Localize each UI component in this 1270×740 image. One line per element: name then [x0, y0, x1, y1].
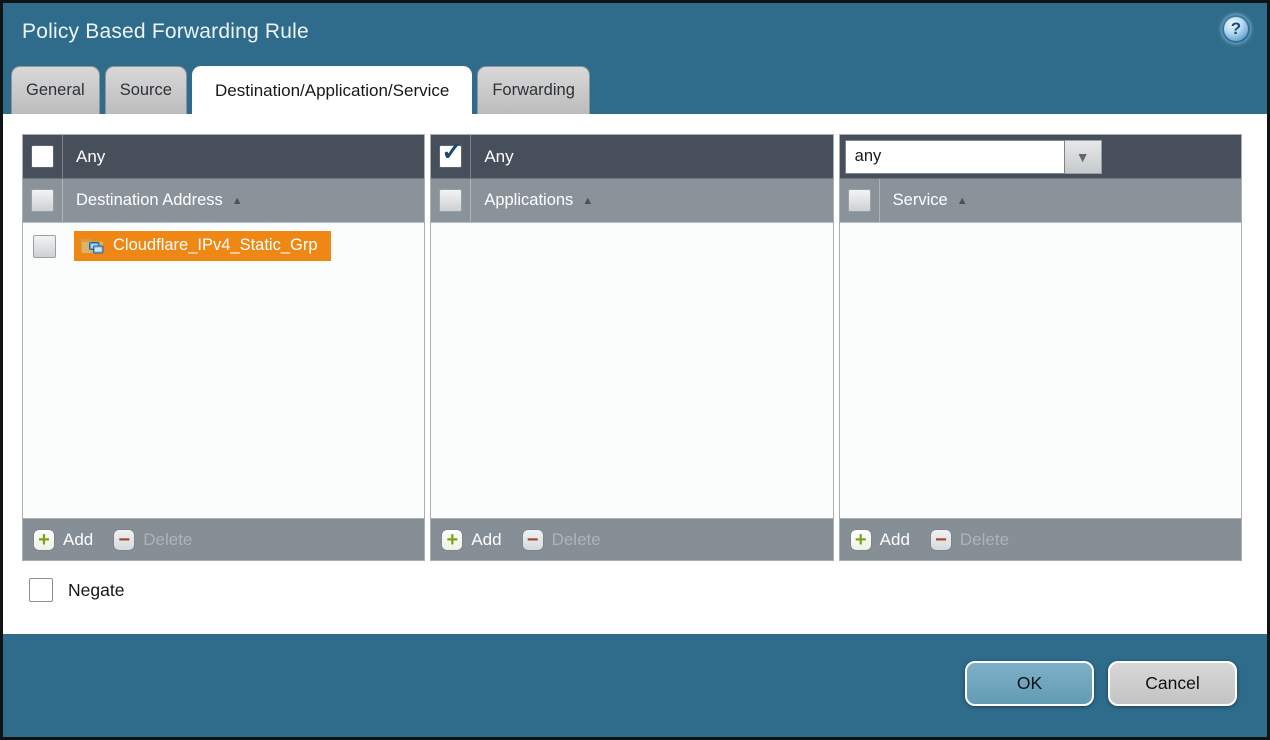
service-column-header: Service [893, 191, 948, 210]
destination-list: Cloudflare_IPv4_Static_Grp [23, 223, 424, 518]
destination-header-row[interactable]: Destination Address ▲ [23, 179, 424, 223]
tab-content: Any Destination Address ▲ [3, 114, 1267, 634]
columns-container: Any Destination Address ▲ [22, 134, 1242, 561]
minus-icon: − [930, 529, 952, 551]
divider [62, 135, 63, 178]
plus-icon: + [441, 529, 463, 551]
applications-column-header: Applications [484, 191, 573, 210]
delete-label: Delete [143, 530, 192, 550]
applications-header-row[interactable]: Applications ▲ [431, 179, 832, 223]
tab-general[interactable]: General [11, 66, 100, 114]
add-label: Add [63, 530, 93, 550]
sort-asc-icon[interactable]: ▲ [232, 195, 243, 207]
destination-any-checkbox[interactable] [31, 145, 54, 168]
applications-list [431, 223, 832, 518]
applications-any-label: Any [484, 147, 513, 167]
help-icon[interactable]: ? [1222, 15, 1250, 43]
negate-checkbox[interactable] [29, 578, 53, 602]
destination-row-checkbox[interactable] [33, 235, 56, 258]
dialog-footer: OK Cancel [3, 634, 1267, 737]
minus-icon: − [113, 529, 135, 551]
cancel-button[interactable]: Cancel [1108, 661, 1237, 706]
destination-add-button[interactable]: + Add [33, 529, 93, 551]
plus-icon: + [33, 529, 55, 551]
sort-asc-icon[interactable]: ▲ [957, 195, 968, 207]
applications-select-all-checkbox[interactable] [439, 189, 462, 212]
service-header-row[interactable]: Service ▲ [840, 179, 1241, 223]
plus-icon: + [850, 529, 872, 551]
service-delete-button[interactable]: − Delete [930, 529, 1009, 551]
service-toolbar: + Add − Delete [840, 518, 1241, 560]
check-icon: ✓ [441, 137, 462, 167]
applications-any-bar: ✓ Any [431, 135, 832, 179]
tab-bar: General Source Destination/Application/S… [3, 66, 1267, 114]
destination-column-header: Destination Address [76, 191, 223, 210]
applications-any-checkbox[interactable]: ✓ [439, 145, 462, 168]
destination-row: Cloudflare_IPv4_Static_Grp [23, 223, 424, 261]
applications-column: ✓ Any Applications ▲ + Add [430, 134, 833, 561]
divider [470, 135, 471, 178]
minus-icon: − [522, 529, 544, 551]
delete-label: Delete [960, 530, 1009, 550]
service-add-button[interactable]: + Add [850, 529, 910, 551]
applications-toolbar: + Add − Delete [431, 518, 832, 560]
destination-any-label: Any [76, 147, 105, 167]
service-list [840, 223, 1241, 518]
address-group-icon [81, 236, 105, 255]
service-dropdown-bar: any ▼ [840, 135, 1241, 179]
applications-add-button[interactable]: + Add [441, 529, 501, 551]
destination-column: Any Destination Address ▲ [22, 134, 425, 561]
ok-button[interactable]: OK [965, 661, 1094, 706]
divider [879, 179, 880, 222]
negate-label: Negate [68, 580, 124, 601]
dialog-titlebar: Policy Based Forwarding Rule ? [3, 3, 1267, 66]
destination-delete-button[interactable]: − Delete [113, 529, 192, 551]
dialog-title: Policy Based Forwarding Rule [22, 20, 309, 44]
destination-address-item[interactable]: Cloudflare_IPv4_Static_Grp [74, 231, 331, 261]
policy-based-forwarding-dialog: Policy Based Forwarding Rule ? General S… [0, 0, 1270, 740]
destination-select-all-checkbox[interactable] [31, 189, 54, 212]
add-label: Add [471, 530, 501, 550]
service-select-all-checkbox[interactable] [848, 189, 871, 212]
tab-source[interactable]: Source [105, 66, 187, 114]
destination-any-bar: Any [23, 135, 424, 179]
delete-label: Delete [552, 530, 601, 550]
service-mode-select[interactable]: any ▼ [845, 140, 1102, 174]
sort-asc-icon[interactable]: ▲ [582, 195, 593, 207]
add-label: Add [880, 530, 910, 550]
service-column: any ▼ Service ▲ + Add [839, 134, 1242, 561]
divider [470, 179, 471, 222]
service-mode-value[interactable]: any [845, 140, 1065, 174]
destination-toolbar: + Add − Delete [23, 518, 424, 560]
divider [62, 179, 63, 222]
tab-forwarding[interactable]: Forwarding [477, 66, 590, 114]
destination-address-label: Cloudflare_IPv4_Static_Grp [113, 236, 318, 255]
tab-destination-application-service[interactable]: Destination/Application/Service [192, 66, 472, 114]
chevron-down-icon[interactable]: ▼ [1065, 140, 1102, 174]
applications-delete-button[interactable]: − Delete [522, 529, 601, 551]
negate-row: Negate [22, 578, 1242, 602]
